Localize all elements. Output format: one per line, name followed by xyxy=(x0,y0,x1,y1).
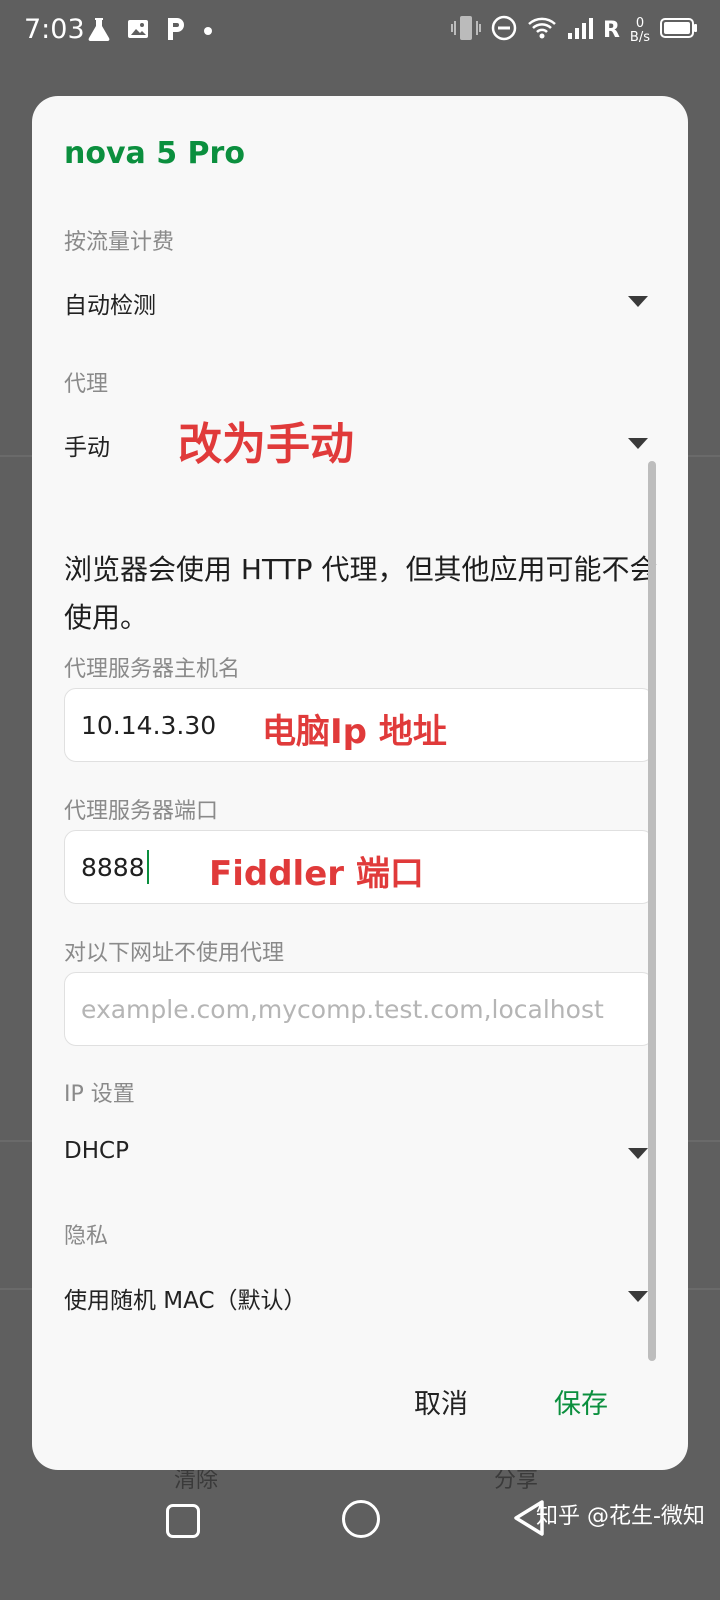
metered-select-value[interactable]: 自动检测 xyxy=(64,286,156,320)
bypass-input[interactable]: example.com,mycomp.test.com,localhost xyxy=(64,972,654,1046)
bypass-placeholder: example.com,mycomp.test.com,localhost xyxy=(81,994,604,1024)
home-button[interactable] xyxy=(342,1500,380,1538)
parking-icon xyxy=(164,16,188,46)
status-bar: 7:03 R 0 B/s xyxy=(0,0,720,64)
proxy-note: 浏览器会使用 HTTP 代理，但其他应用可能不会使用。 xyxy=(64,553,658,634)
dialog-title: nova 5 Pro xyxy=(64,136,245,171)
dot-icon xyxy=(202,22,214,41)
proxy-dropdown-icon[interactable] xyxy=(628,438,648,449)
annotation-port: Fiddler 端口 xyxy=(209,854,424,894)
net-speed: 0 B/s xyxy=(629,15,650,45)
proxy-port-value: 8888 xyxy=(81,852,145,882)
proxy-port-label: 代理服务器端口 xyxy=(64,799,219,824)
proxy-host-value: 10.14.3.30 xyxy=(81,710,217,740)
metered-label: 按流量计费 xyxy=(64,230,175,255)
watermark: 知乎 @花生-微知 xyxy=(536,1504,705,1529)
privacy-dropdown-icon[interactable] xyxy=(628,1291,648,1302)
signal-icon xyxy=(567,16,593,45)
net-speed-value: 0 xyxy=(635,15,645,31)
navigation-bar: 知乎 @花生-微知 xyxy=(0,1478,720,1600)
dialog-scrollbar[interactable] xyxy=(648,461,656,1361)
ip-settings-select-value[interactable]: DHCP xyxy=(64,1138,129,1164)
cancel-button[interactable]: 取消 xyxy=(414,1382,468,1421)
net-speed-unit: B/s xyxy=(629,29,650,45)
proxy-label: 代理 xyxy=(64,372,109,397)
text-cursor xyxy=(146,850,149,884)
privacy-select-value[interactable]: 使用随机 MAC（默认） xyxy=(64,1281,307,1315)
ip-settings-dropdown-icon[interactable] xyxy=(628,1148,648,1159)
wifi-settings-dialog: nova 5 Pro 按流量计费 自动检测 代理 手动 改为手动 浏览器会使用 … xyxy=(32,96,688,1470)
metered-dropdown-icon[interactable] xyxy=(628,296,648,307)
wifi-icon xyxy=(527,15,557,46)
status-time: 7:03 xyxy=(24,14,85,45)
proxy-host-label: 代理服务器主机名 xyxy=(64,657,241,682)
image-icon xyxy=(126,17,150,45)
privacy-label: 隐私 xyxy=(64,1224,109,1249)
do-not-disturb-icon xyxy=(491,15,517,46)
ip-settings-label: IP 设置 xyxy=(64,1082,135,1107)
battery-icon xyxy=(660,17,698,44)
flask-icon xyxy=(86,16,112,46)
recent-apps-button[interactable] xyxy=(166,1504,200,1538)
vibrate-icon xyxy=(450,14,481,47)
proxy-select-value[interactable]: 手动 xyxy=(64,428,110,462)
annotation-proxy: 改为手动 xyxy=(178,419,354,470)
annotation-host: 电脑Ip 地址 xyxy=(262,712,447,752)
save-button[interactable]: 保存 xyxy=(554,1382,608,1421)
bypass-label: 对以下网址不使用代理 xyxy=(64,941,285,966)
roaming-indicator: R xyxy=(602,18,620,43)
